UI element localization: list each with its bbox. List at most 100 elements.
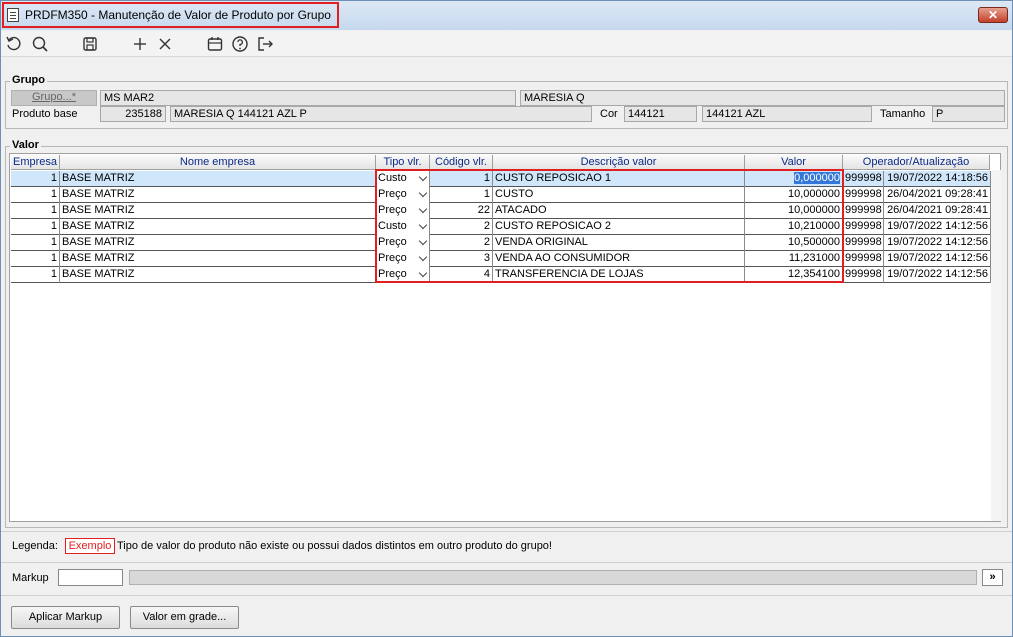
grupo-nome-field[interactable]: MARESIA Q: [520, 90, 1005, 106]
cell-codigo[interactable]: 1: [430, 187, 493, 203]
help-icon[interactable]: [230, 34, 250, 54]
refresh-icon[interactable]: [4, 34, 24, 54]
cell-atualizacao[interactable]: 19/07/2022 14:12:56: [884, 219, 991, 235]
calendar-icon[interactable]: [205, 34, 225, 54]
chevron-down-icon[interactable]: [418, 252, 428, 262]
cor-desc-field[interactable]: 144121 AZL: [702, 106, 872, 122]
cell-valor[interactable]: 0,000000: [745, 171, 843, 187]
cell-atualizacao[interactable]: 19/07/2022 14:12:56: [884, 267, 991, 283]
cell-tipo[interactable]: Preço: [376, 251, 430, 267]
expand-button[interactable]: »: [982, 569, 1003, 586]
cell-nome-empresa[interactable]: BASE MATRIZ: [60, 171, 376, 187]
cell-operador[interactable]: 999998: [843, 171, 884, 187]
grupo-button[interactable]: Grupo...*: [11, 90, 97, 106]
cell-nome-empresa[interactable]: BASE MATRIZ: [60, 203, 376, 219]
table-row[interactable]: 1 BASE MATRIZ Custo 1 CUSTO REPOSICAO 1 0,000…: [11, 171, 991, 187]
delete-icon[interactable]: [155, 34, 175, 54]
cell-codigo[interactable]: 2: [430, 235, 493, 251]
cell-operador[interactable]: 999998: [843, 187, 884, 203]
aplicar-markup-button[interactable]: Aplicar Markup: [11, 606, 120, 629]
cell-codigo[interactable]: 4: [430, 267, 493, 283]
cell-nome-empresa[interactable]: BASE MATRIZ: [60, 219, 376, 235]
cell-operador[interactable]: 999998: [843, 235, 884, 251]
cell-descricao[interactable]: CUSTO REPOSICAO 1: [493, 171, 745, 187]
cell-valor[interactable]: 10,000000: [745, 187, 843, 203]
valor-em-grade-button[interactable]: Valor em grade...: [130, 606, 239, 629]
cell-codigo[interactable]: 2: [430, 219, 493, 235]
chevron-down-icon[interactable]: [418, 188, 428, 198]
tamanho-field[interactable]: P: [932, 106, 1005, 122]
grupo-codigo-field[interactable]: MS MAR2: [100, 90, 516, 106]
col-header-operador[interactable]: Operador/Atualização: [843, 155, 990, 170]
cell-nome-empresa[interactable]: BASE MATRIZ: [60, 267, 376, 283]
title-bar: PRDFM350 - Manutenção de Valor de Produt…: [1, 1, 1012, 30]
add-icon[interactable]: [130, 34, 150, 54]
cell-descricao[interactable]: ATACADO: [493, 203, 745, 219]
cell-atualizacao[interactable]: 19/07/2022 14:12:56: [884, 251, 991, 267]
exit-icon[interactable]: [255, 34, 275, 54]
markup-input[interactable]: [58, 569, 123, 586]
cell-valor[interactable]: 10,500000: [745, 235, 843, 251]
cell-codigo[interactable]: 3: [430, 251, 493, 267]
cell-valor[interactable]: 11,231000: [745, 251, 843, 267]
cell-nome-empresa[interactable]: BASE MATRIZ: [60, 187, 376, 203]
cell-descricao[interactable]: TRANSFERENCIA DE LOJAS: [493, 267, 745, 283]
cell-nome-empresa[interactable]: BASE MATRIZ: [60, 235, 376, 251]
cell-nome-empresa[interactable]: BASE MATRIZ: [60, 251, 376, 267]
cell-atualizacao[interactable]: 26/04/2021 09:28:41: [884, 187, 991, 203]
save-icon[interactable]: [80, 34, 100, 54]
chevron-down-icon[interactable]: [418, 236, 428, 246]
table-row[interactable]: 1 BASE MATRIZ Custo 2 CUSTO REPOSICAO 2 10,21…: [11, 219, 991, 235]
cell-descricao[interactable]: VENDA AO CONSUMIDOR: [493, 251, 745, 267]
cell-valor[interactable]: 10,210000: [745, 219, 843, 235]
cell-empresa[interactable]: 1: [11, 203, 60, 219]
chevron-down-icon[interactable]: [418, 204, 428, 214]
cell-tipo[interactable]: Preço: [376, 235, 430, 251]
table-row[interactable]: 1 BASE MATRIZ Preço 2 VENDA ORIGINAL 10,50000…: [11, 235, 991, 251]
cell-tipo[interactable]: Custo: [376, 219, 430, 235]
cell-empresa[interactable]: 1: [11, 267, 60, 283]
col-header-empresa[interactable]: Empresa: [11, 155, 60, 170]
cell-empresa[interactable]: 1: [11, 187, 60, 203]
col-header-nome-empresa[interactable]: Nome empresa: [60, 155, 376, 170]
cell-empresa[interactable]: 1: [11, 219, 60, 235]
cell-tipo[interactable]: Preço: [376, 203, 430, 219]
col-header-tipo[interactable]: Tipo vlr.: [376, 155, 430, 170]
col-header-codigo[interactable]: Código vlr.: [430, 155, 493, 170]
chevron-down-icon[interactable]: [418, 268, 428, 278]
col-header-valor[interactable]: Valor: [745, 155, 843, 170]
close-button[interactable]: ✕: [978, 7, 1008, 23]
cell-empresa[interactable]: 1: [11, 251, 60, 267]
cell-operador[interactable]: 999998: [843, 219, 884, 235]
produto-codigo-field[interactable]: 235188: [100, 106, 166, 122]
col-header-descricao[interactable]: Descrição valor: [493, 155, 745, 170]
cell-tipo[interactable]: Preço: [376, 267, 430, 283]
cell-empresa[interactable]: 1: [11, 171, 60, 187]
chevron-down-icon[interactable]: [418, 172, 428, 182]
cell-valor[interactable]: 10,000000: [745, 203, 843, 219]
cell-atualizacao[interactable]: 19/07/2022 14:12:56: [884, 235, 991, 251]
cell-operador[interactable]: 999998: [843, 203, 884, 219]
cell-descricao[interactable]: VENDA ORIGINAL: [493, 235, 745, 251]
search-icon[interactable]: [30, 34, 50, 54]
cell-atualizacao[interactable]: 26/04/2021 09:28:41: [884, 203, 991, 219]
produto-desc-field[interactable]: MARESIA Q 144121 AZL P: [170, 106, 592, 122]
chevron-down-icon[interactable]: [418, 220, 428, 230]
cell-operador[interactable]: 999998: [843, 251, 884, 267]
vertical-scrollbar[interactable]: [991, 170, 1001, 521]
table-row[interactable]: 1 BASE MATRIZ Preço 22 ATACADO 10,000000 99999…: [11, 203, 991, 219]
cell-empresa[interactable]: 1: [11, 235, 60, 251]
cell-tipo[interactable]: Custo: [376, 171, 430, 187]
cell-descricao[interactable]: CUSTO: [493, 187, 745, 203]
cell-valor[interactable]: 12,354100: [745, 267, 843, 283]
cell-tipo[interactable]: Preço: [376, 187, 430, 203]
table-row[interactable]: 1 BASE MATRIZ Preço 4 TRANSFERENCIA DE LOJAS…: [11, 267, 991, 283]
cell-codigo[interactable]: 1: [430, 171, 493, 187]
cell-operador[interactable]: 999998: [843, 267, 884, 283]
cell-atualizacao[interactable]: 19/07/2022 14:18:56: [884, 171, 991, 187]
cor-codigo-field[interactable]: 144121: [624, 106, 697, 122]
table-row[interactable]: 1 BASE MATRIZ Preço 1 CUSTO 10,000000 999998 26…: [11, 187, 991, 203]
cell-codigo[interactable]: 22: [430, 203, 493, 219]
table-row[interactable]: 1 BASE MATRIZ Preço 3 VENDA AO CONSUMIDOR 11,…: [11, 251, 991, 267]
cell-descricao[interactable]: CUSTO REPOSICAO 2: [493, 219, 745, 235]
